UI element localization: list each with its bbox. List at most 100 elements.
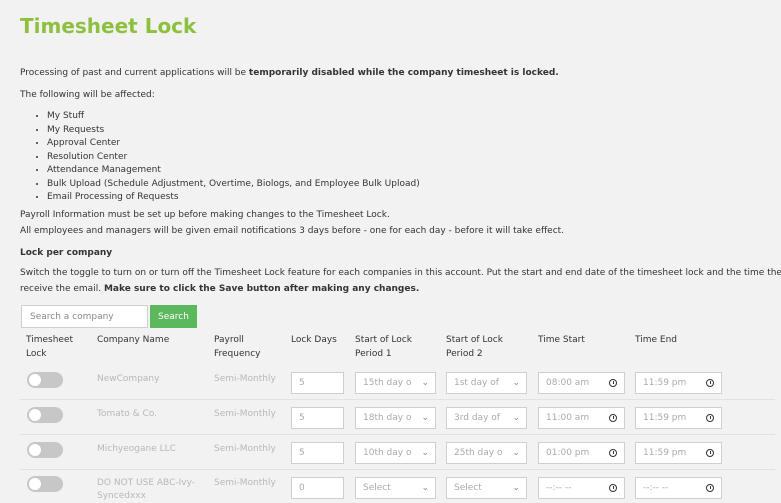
chevron-down-icon: ⌄ [421, 378, 429, 388]
page-title: Timesheet Lock [20, 14, 197, 38]
lock-heading: Lock per company [20, 248, 113, 258]
list-item: Resolution Center [47, 151, 420, 165]
time-start-input[interactable]: 08:00 am [538, 372, 625, 394]
row-divider [20, 469, 775, 470]
header-line: Payroll [214, 335, 244, 345]
intro-text: Processing of past and current applicati… [20, 68, 559, 78]
time-end-input[interactable]: --:-- -- [635, 477, 722, 499]
chevron-down-icon: ⌄ [512, 378, 520, 388]
period-2-value: 1st day of [454, 378, 499, 388]
clock-icon[interactable] [706, 449, 714, 457]
search-input[interactable] [21, 305, 148, 328]
period-1-select[interactable]: 15th day o ⌄ [355, 372, 436, 394]
clock-icon[interactable] [706, 484, 714, 492]
period-1-value: 15th day o [363, 378, 412, 388]
period-2-value: 25th day o [454, 448, 503, 458]
list-item: My Requests [47, 124, 420, 138]
time-end-input[interactable]: 11:59 pm [635, 442, 722, 464]
time-end-value: 11:59 pm [643, 378, 687, 388]
header-start-period-1: Start of Lock Period 1 [355, 333, 412, 361]
email-note: All employees and managers will be given… [20, 226, 565, 236]
intro-prefix: Processing of past and current applicati… [20, 68, 249, 78]
period-1-value: 10th day o [363, 448, 412, 458]
header-line: Frequency [214, 349, 261, 359]
time-start-input[interactable]: 01:00 pm [538, 442, 625, 464]
header-line: Start of Lock [355, 335, 412, 345]
period-2-select[interactable]: Select ⌄ [446, 477, 527, 499]
company-name-line: DO NOT USE ABC-Ivy- [97, 478, 195, 488]
payroll-frequency: Semi-Monthly [214, 409, 276, 419]
period-1-select[interactable]: 18th day o ⌄ [355, 407, 436, 429]
header-time-end: Time End [635, 335, 677, 345]
time-start-value: 08:00 am [546, 378, 590, 388]
search-button[interactable]: Search [150, 305, 197, 328]
list-item: My Stuff [47, 110, 420, 124]
header-line: Lock [26, 349, 47, 359]
period-1-value: Select [363, 483, 391, 493]
header-company-name: Company Name [97, 335, 170, 345]
time-end-value: 11:59 pm [643, 448, 687, 458]
timesheet-lock-toggle[interactable] [27, 442, 63, 458]
list-item: Approval Center [47, 137, 420, 151]
lock-days-input[interactable]: 5 [291, 442, 344, 464]
timesheet-lock-toggle[interactable] [27, 407, 63, 423]
clock-icon[interactable] [609, 379, 617, 387]
switch-text-prefix: receive the email. [20, 284, 104, 294]
lock-days-input[interactable]: 0 [291, 477, 344, 499]
period-1-value: 18th day o [363, 413, 412, 423]
payroll-frequency: Semi-Monthly [214, 444, 276, 454]
lock-days-input[interactable]: 5 [291, 372, 344, 394]
row-divider [20, 434, 775, 435]
list-item: Attendance Management [47, 164, 420, 178]
switch-text-line1: Switch the toggle to turn on or turn off… [20, 268, 781, 278]
affected-list: My Stuff My Requests Approval Center Res… [20, 110, 420, 205]
time-start-value: 01:00 pm [546, 448, 590, 458]
timesheet-lock-toggle[interactable] [27, 372, 63, 388]
table-row: NewCompany Semi-Monthly 5 15th day o ⌄ 1s… [20, 366, 775, 400]
clock-icon[interactable] [706, 379, 714, 387]
header-line: Period 1 [355, 349, 392, 359]
header-line: Timesheet [26, 335, 74, 345]
period-2-value: Select [454, 483, 482, 493]
chevron-down-icon: ⌄ [512, 448, 520, 458]
lock-days-value: 5 [299, 448, 305, 458]
lock-days-value: 5 [299, 378, 305, 388]
lock-days-value: 5 [299, 413, 305, 423]
chevron-down-icon: ⌄ [421, 483, 429, 493]
header-timesheet-lock: Timesheet Lock [26, 333, 73, 361]
list-item: Bulk Upload (Schedule Adjustment, Overti… [47, 178, 420, 192]
clock-icon[interactable] [706, 414, 714, 422]
header-time-start: Time Start [538, 335, 585, 345]
period-2-select[interactable]: 1st day of ⌄ [446, 372, 527, 394]
header-payroll-frequency: Payroll Frequency [214, 333, 261, 361]
header-lock-days: Lock Days [291, 335, 337, 345]
lock-days-input[interactable]: 5 [291, 407, 344, 429]
chevron-down-icon: ⌄ [421, 448, 429, 458]
company-name: Tomato & Co. [97, 409, 158, 419]
clock-icon[interactable] [609, 484, 617, 492]
company-name-line: Syncedxxx [97, 491, 146, 501]
company-name: DO NOT USE ABC-Ivy- Syncedxxx [97, 477, 195, 503]
time-end-input[interactable]: 11:59 pm [635, 372, 722, 394]
payroll-note: Payroll Information must be set up befor… [20, 210, 390, 220]
switch-text-bold: Make sure to click the Save button after… [103, 284, 420, 294]
lock-days-value: 0 [299, 483, 305, 493]
intro-bold: temporarily disabled while the company t… [248, 68, 559, 78]
chevron-down-icon: ⌄ [512, 483, 520, 493]
period-2-select[interactable]: 3rd day of ⌄ [446, 407, 527, 429]
time-end-value: --:-- -- [643, 483, 669, 493]
affected-heading: The following will be affected: [20, 90, 155, 100]
time-end-value: 11:59 pm [643, 413, 687, 423]
header-start-period-2: Start of Lock Period 2 [446, 333, 503, 361]
switch-text-line2: receive the email. Make sure to click th… [20, 284, 419, 294]
period-2-select[interactable]: 25th day o ⌄ [446, 442, 527, 464]
period-1-select[interactable]: Select ⌄ [355, 477, 436, 499]
time-start-input[interactable]: 11:00 am [538, 407, 625, 429]
period-1-select[interactable]: 10th day o ⌄ [355, 442, 436, 464]
clock-icon[interactable] [609, 449, 617, 457]
timesheet-lock-toggle[interactable] [27, 476, 63, 492]
time-start-input[interactable]: --:-- -- [538, 477, 625, 499]
clock-icon[interactable] [609, 414, 617, 422]
time-end-input[interactable]: 11:59 pm [635, 407, 722, 429]
time-start-value: --:-- -- [546, 483, 572, 493]
